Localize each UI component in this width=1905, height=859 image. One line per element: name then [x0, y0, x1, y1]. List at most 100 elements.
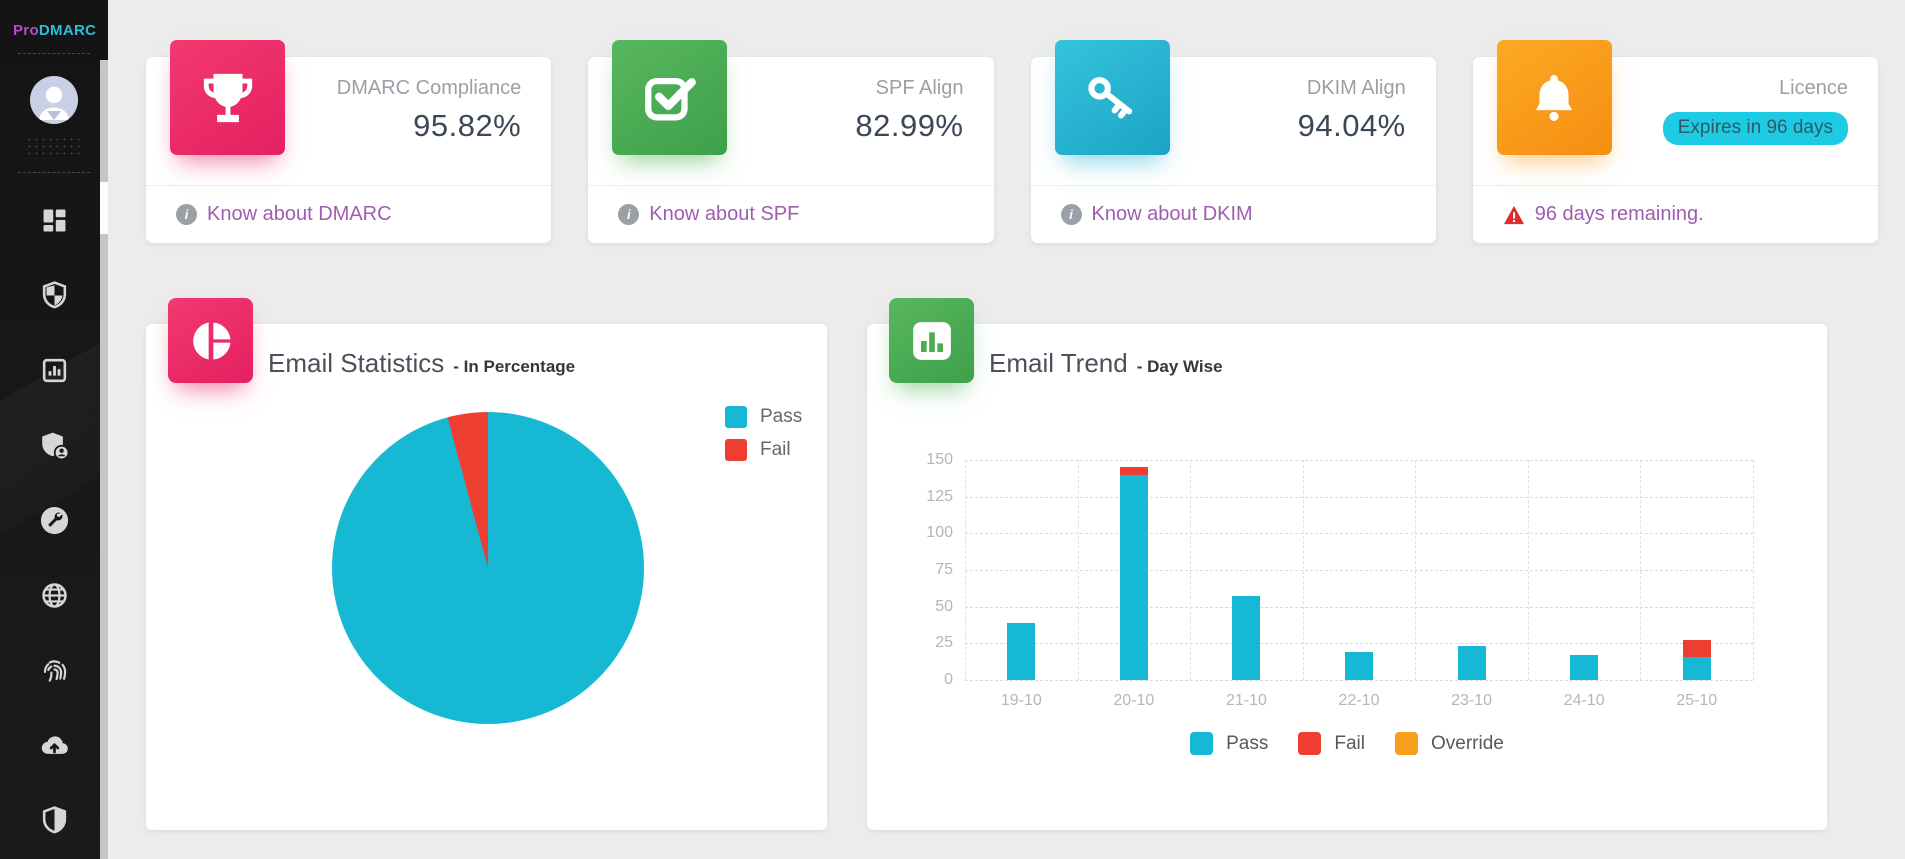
x-tick-label: 24-10 — [1564, 692, 1605, 710]
gridline-horizontal — [965, 607, 1753, 608]
gridline-horizontal — [965, 680, 1753, 681]
y-tick-label: 100 — [899, 524, 953, 542]
y-tick-label: 75 — [899, 561, 953, 579]
gridline-horizontal — [965, 643, 1753, 644]
gridline-vertical — [1528, 460, 1529, 680]
bar-segment-pass — [1570, 655, 1598, 680]
trophy-glyph — [199, 69, 257, 127]
sidebar-item-identity[interactable] — [0, 633, 108, 708]
sidebar-dots-texture — [26, 136, 82, 158]
cloud-upload-icon — [39, 730, 70, 761]
bar-chart-icon — [889, 298, 974, 383]
legend-label: Fail — [1334, 733, 1365, 755]
gridline-vertical — [1190, 460, 1191, 680]
email-statistics-title: Email Statistics - In Percentage — [268, 348, 575, 379]
logo-text-pro: Pro — [13, 22, 39, 39]
bell-glyph — [1525, 69, 1583, 127]
sidebar-divider — [18, 53, 90, 54]
bar-segment-pass — [1458, 646, 1486, 680]
scrollbar-thumb[interactable] — [100, 182, 108, 234]
bar-legend: Pass Fail Override — [867, 732, 1827, 755]
sidebar-nav — [0, 183, 108, 858]
stat-cards-row: DMARC Compliance 95.82% i Know about DMA… — [108, 0, 1905, 243]
legend-swatch — [1298, 732, 1321, 755]
y-tick-label: 125 — [899, 488, 953, 506]
gridline-vertical — [1078, 460, 1079, 680]
charts-row: Email Statistics - In Percentage Pass Fai… — [108, 243, 1905, 830]
bar-segment-pass — [1120, 475, 1148, 680]
footer-link[interactable]: 96 days remaining. — [1535, 203, 1704, 226]
bar-segment-pass — [1007, 623, 1035, 680]
chart-title: Email Statistics — [268, 348, 444, 379]
gridline-horizontal — [965, 533, 1753, 534]
y-tick-label: 25 — [899, 634, 953, 652]
sidebar-divider — [18, 172, 90, 173]
tools-wrench-icon — [39, 505, 70, 536]
pie-legend: Pass Fail — [725, 406, 802, 461]
bar-plot: 025507510012515019-1020-1021-1022-1023-1… — [965, 460, 1753, 680]
gridline-horizontal — [965, 460, 1753, 461]
sidebar-item-protection[interactable] — [0, 258, 108, 333]
gridline-vertical — [965, 460, 966, 680]
sidebar-scrollbar[interactable] — [100, 60, 108, 859]
pie-glyph — [189, 319, 233, 363]
trophy-icon — [170, 40, 285, 155]
stat-card-licence: Licence Expires in 96 days 96 days remai… — [1473, 57, 1878, 243]
app-logo[interactable]: ProDMARC — [0, 0, 108, 39]
chart-title: Email Trend — [989, 348, 1128, 379]
sidebar-item-domain-admin[interactable] — [0, 408, 108, 483]
bar-segment-pass — [1232, 596, 1260, 680]
info-icon: i — [618, 204, 639, 225]
stat-card-dmarc-compliance: DMARC Compliance 95.82% i Know about DMA… — [146, 57, 551, 243]
legend-label: Pass — [760, 406, 802, 428]
y-tick-label: 50 — [899, 598, 953, 616]
gridline-horizontal — [965, 497, 1753, 498]
know-about-dkim[interactable]: i Know about DKIM — [1031, 185, 1436, 243]
sidebar-item-security[interactable] — [0, 783, 108, 858]
chart-subtitle: - Day Wise — [1137, 357, 1223, 377]
know-about-spf[interactable]: i Know about SPF — [588, 185, 993, 243]
x-tick-label: 21-10 — [1226, 692, 1267, 710]
sidebar: ProDMARC — [0, 0, 108, 859]
info-icon: i — [1061, 204, 1082, 225]
person-icon — [30, 76, 78, 124]
main-content: DMARC Compliance 95.82% i Know about DMA… — [108, 0, 1905, 830]
licence-remaining-footer[interactable]: 96 days remaining. — [1473, 185, 1878, 243]
legend-item-pass[interactable]: Pass — [1190, 732, 1268, 755]
bar-segment-pass — [1345, 652, 1373, 680]
sidebar-item-domains[interactable] — [0, 558, 108, 633]
x-tick-label: 19-10 — [1001, 692, 1042, 710]
sidebar-item-reports[interactable] — [0, 333, 108, 408]
sidebar-item-upload[interactable] — [0, 708, 108, 783]
stat-card-spf-align: SPF Align 82.99% i Know about SPF — [588, 57, 993, 243]
gridline-vertical — [1415, 460, 1416, 680]
footer-link[interactable]: Know about SPF — [649, 203, 799, 226]
email-trend-card: Email Trend - Day Wise 02550751001251501… — [867, 324, 1827, 830]
bar-segment-fail — [1683, 640, 1711, 656]
bar-glyph — [910, 319, 954, 363]
legend-item-fail[interactable]: Fail — [1298, 732, 1365, 755]
footer-link[interactable]: Know about DKIM — [1092, 203, 1253, 226]
legend-label: Override — [1431, 733, 1504, 755]
x-tick-label: 22-10 — [1339, 692, 1380, 710]
x-tick-label: 25-10 — [1676, 692, 1717, 710]
legend-item-pass[interactable]: Pass — [725, 406, 802, 428]
shield-user-icon — [39, 430, 70, 461]
pie-chart-icon — [168, 298, 253, 383]
key-icon — [1055, 40, 1170, 155]
footer-link[interactable]: Know about DMARC — [207, 203, 392, 226]
legend-label: Pass — [1226, 733, 1268, 755]
email-statistics-card: Email Statistics - In Percentage Pass Fai… — [146, 324, 827, 830]
gridline-vertical — [1753, 460, 1754, 680]
user-avatar[interactable] — [30, 76, 78, 124]
sidebar-item-settings[interactable] — [0, 483, 108, 558]
legend-swatch — [1190, 732, 1213, 755]
sidebar-item-dashboard[interactable] — [0, 183, 108, 258]
email-trend-title: Email Trend - Day Wise — [989, 348, 1223, 379]
know-about-dmarc[interactable]: i Know about DMARC — [146, 185, 551, 243]
legend-label: Fail — [760, 439, 791, 461]
gridline-vertical — [1640, 460, 1641, 680]
legend-item-fail[interactable]: Fail — [725, 439, 802, 461]
legend-item-override[interactable]: Override — [1395, 732, 1504, 755]
x-tick-label: 20-10 — [1113, 692, 1154, 710]
